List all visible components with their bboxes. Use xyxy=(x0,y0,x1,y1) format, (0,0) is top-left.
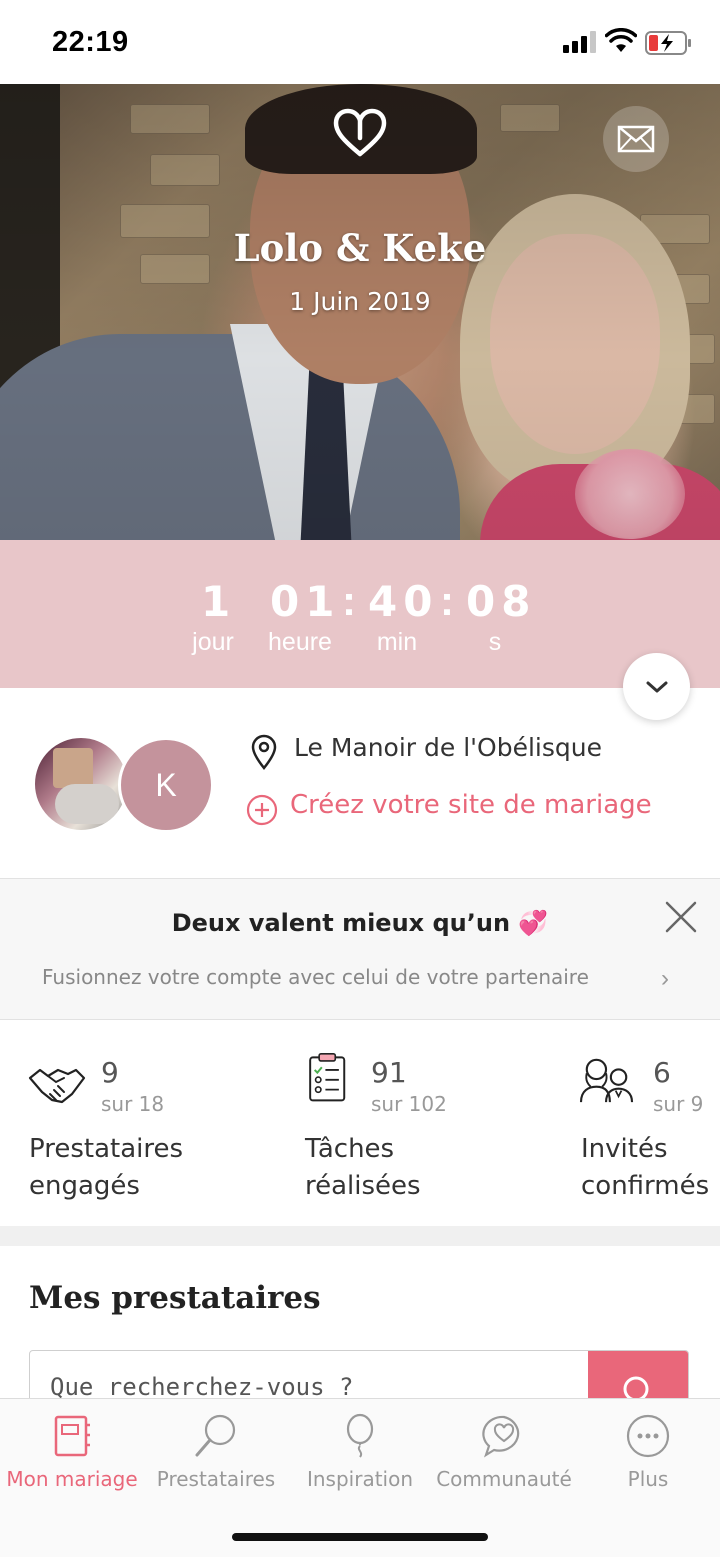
checklist-icon xyxy=(309,1052,346,1102)
countdown-separator: : xyxy=(440,577,454,624)
balloon-icon xyxy=(346,1413,374,1458)
tab-label: Inspiration xyxy=(306,1467,414,1491)
tab-label: Mon mariage xyxy=(6,1467,138,1491)
tab-mon-mariage[interactable]: Mon mariage xyxy=(0,1407,144,1507)
tab-prestataires[interactable]: Prestataires xyxy=(144,1407,288,1507)
more-icon xyxy=(626,1414,670,1458)
location-pin-icon xyxy=(251,734,277,770)
countdown-minutes-label: min xyxy=(376,628,418,656)
expand-button[interactable] xyxy=(623,653,690,720)
tab-communaute[interactable]: Communauté xyxy=(432,1407,576,1507)
hero-cover-photo: Lolo & Keke 1 Juin 2019 xyxy=(0,84,720,540)
home-indicator[interactable] xyxy=(232,1533,488,1541)
countdown-separator: : xyxy=(342,577,356,624)
avatar-photo-detail xyxy=(53,748,93,788)
tab-plus[interactable]: Plus xyxy=(576,1407,720,1507)
countdown-panel: 1 01 : 40 : 08 jour heure min s xyxy=(0,540,720,688)
stat-label-line: Tâches xyxy=(305,1134,395,1164)
envelope-icon xyxy=(617,125,655,153)
chat-heart-icon xyxy=(482,1415,520,1458)
chevron-right-icon: › xyxy=(661,965,669,992)
merge-account-banner[interactable]: Deux valent mieux qu’un 💞 Fusionnez votr… xyxy=(0,878,720,1020)
couple-name: Lolo & Keke xyxy=(233,226,487,270)
messages-button[interactable] xyxy=(603,106,669,172)
handshake-icon xyxy=(28,1068,86,1104)
heart-icon xyxy=(333,108,387,157)
countdown-seconds: 08 xyxy=(466,577,537,626)
stat-guests-total: sur 9 xyxy=(653,1092,704,1116)
stat-label-line: confirmés xyxy=(581,1171,710,1201)
banner-subtitle: Fusionnez votre compte avec celui de vot… xyxy=(42,965,589,989)
search-input[interactable]: Que recherchez-vous ? xyxy=(50,1373,353,1401)
chevron-down-icon xyxy=(646,681,667,692)
tab-label: Communauté xyxy=(436,1467,572,1491)
tab-label: Plus xyxy=(627,1467,669,1491)
status-time: 22:19 xyxy=(52,26,129,58)
guests-icon xyxy=(579,1058,634,1103)
add-circle-icon[interactable] xyxy=(246,794,278,826)
status-bar: 22:19 xyxy=(0,0,720,84)
section-divider xyxy=(0,1226,720,1246)
banner-title: Deux valent mieux qu’un 💞 xyxy=(171,909,549,937)
tab-inspiration[interactable]: Inspiration xyxy=(288,1407,432,1507)
countdown-days: 1 xyxy=(201,577,237,626)
venue-name[interactable]: Le Manoir de l'Obélisque xyxy=(294,733,602,762)
stat-tasks-value: 91 xyxy=(371,1056,407,1089)
wifi-icon xyxy=(605,28,637,52)
create-website-link[interactable]: Créez votre site de mariage xyxy=(290,790,652,820)
stat-guests-label[interactable]: Invités confirmés xyxy=(581,1131,709,1205)
avatar-photo-detail xyxy=(55,784,119,824)
stat-vendors-total: sur 18 xyxy=(101,1092,165,1116)
countdown-hours: 01 xyxy=(270,577,341,626)
cellular-signal-icon xyxy=(563,31,596,53)
stat-label-line: engagés xyxy=(29,1171,140,1201)
countdown-hours-label: heure xyxy=(268,628,332,656)
tab-label: Prestataires xyxy=(156,1467,276,1491)
countdown-minutes: 40 xyxy=(368,577,439,626)
stat-vendors-value: 9 xyxy=(101,1056,119,1089)
partner-avatar[interactable]: K xyxy=(118,737,214,833)
stat-vendors-label[interactable]: Prestataires engagés xyxy=(29,1131,183,1205)
vendors-section-title: Mes prestataires xyxy=(29,1280,321,1316)
close-icon[interactable] xyxy=(664,900,698,934)
magnifier-icon xyxy=(195,1414,236,1457)
stat-guests-value: 6 xyxy=(653,1056,671,1089)
wedding-date: 1 Juin 2019 xyxy=(289,287,431,316)
notebook-icon xyxy=(54,1415,90,1457)
stat-label-line: réalisées xyxy=(305,1171,421,1201)
countdown-seconds-label: s xyxy=(488,628,502,656)
battery-charging-icon xyxy=(645,31,691,55)
stat-label-line: Invités xyxy=(581,1134,668,1164)
stat-label-line: Prestataires xyxy=(29,1134,184,1164)
countdown-days-label: jour xyxy=(192,628,234,656)
stat-tasks-total: sur 102 xyxy=(371,1092,447,1116)
stat-tasks-label[interactable]: Tâches réalisées xyxy=(305,1131,421,1205)
avatar[interactable] xyxy=(33,736,129,832)
